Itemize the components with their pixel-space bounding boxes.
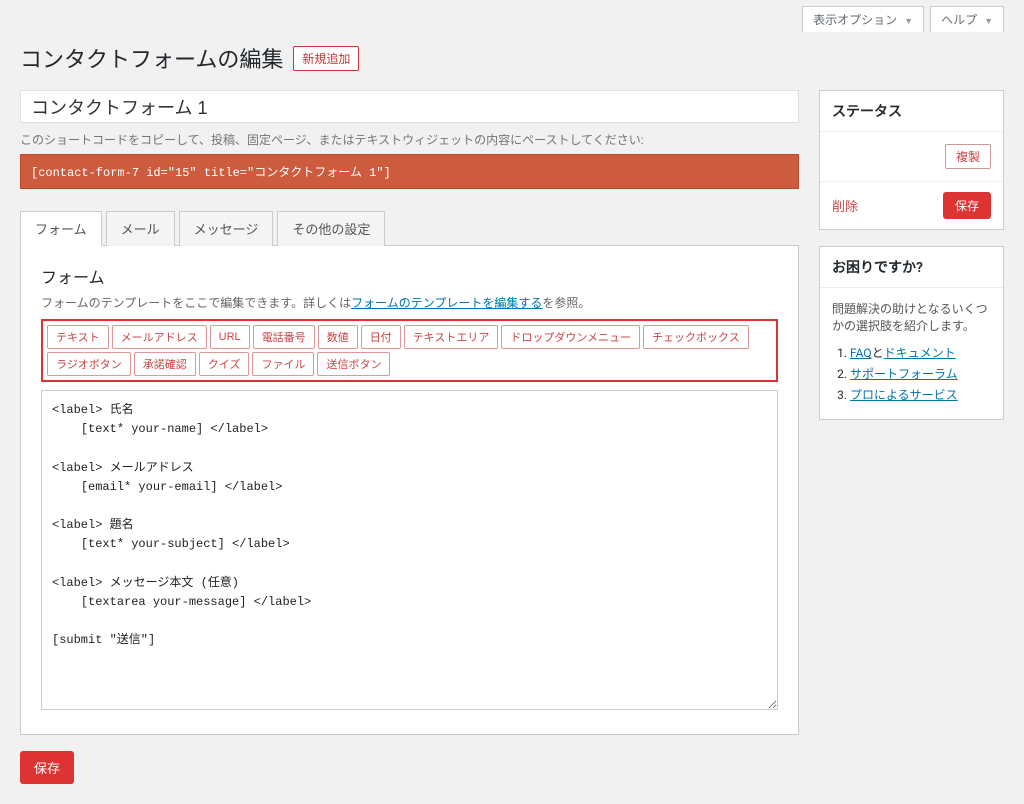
heading-row: コンタクトフォームの編集 新規追加 [0,32,1024,90]
tag-button-0[interactable]: テキスト [47,325,109,349]
tag-button-13[interactable]: 送信ボタン [317,352,390,376]
help-box-body: 問題解決の助けとなるいくつかの選択肢を紹介します。 FAQとドキュメント サポー… [820,288,1003,419]
list-item: サポートフォーラム [850,365,991,382]
form-panel: フォーム フォームのテンプレートをここで編集できます。詳しくはフォームのテンプレ… [20,246,799,735]
tag-button-8[interactable]: チェックボックス [643,325,749,349]
panel-title: フォーム [41,264,778,288]
page-title: コンタクトフォームの編集 [20,42,283,74]
screen-options-tab[interactable]: 表示オプション ▼ [802,6,924,32]
form-title-input[interactable] [20,90,799,123]
chevron-down-icon: ▼ [984,17,993,27]
status-box: ステータス 複製 削除 保存 [819,90,1004,230]
help-box: お困りですか? 問題解決の助けとなるいくつかの選択肢を紹介します。 FAQとドキ… [819,246,1004,420]
main-layout: このショートコードをコピーして、投稿、固定ページ、またはテキストウィジェットの内… [0,90,1024,804]
shortcode-box[interactable]: [contact-form-7 id="15" title="コンタクトフォーム… [20,154,799,189]
save-button-side[interactable]: 保存 [943,192,991,219]
tag-button-1[interactable]: メールアドレス [112,325,207,349]
duplicate-button[interactable]: 複製 [945,144,991,169]
shortcode-label: このショートコードをコピーして、投稿、固定ページ、またはテキストウィジェットの内… [20,131,799,148]
tag-button-7[interactable]: ドロップダウンメニュー [501,325,640,349]
save-button[interactable]: 保存 [20,751,74,784]
tab-mail[interactable]: メール [106,211,175,246]
tab-other[interactable]: その他の設定 [277,211,385,246]
tabs: フォーム メール メッセージ その他の設定 [20,211,799,246]
help-label: ヘルプ [941,13,977,27]
help-tab[interactable]: ヘルプ ▼ [930,6,1004,32]
help-links-list: FAQとドキュメント サポートフォーラム プロによるサービス [832,344,991,403]
panel-desc: フォームのテンプレートをここで編集できます。詳しくはフォームのテンプレートを編集… [41,294,778,311]
tag-button-3[interactable]: 電話番号 [253,325,315,349]
list-item: FAQとドキュメント [850,344,991,361]
add-new-button[interactable]: 新規追加 [293,46,359,71]
tag-button-6[interactable]: テキストエリア [404,325,499,349]
help-box-title: お困りですか? [820,247,1003,288]
tab-form[interactable]: フォーム [20,211,102,246]
help-box-desc: 問題解決の助けとなるいくつかの選択肢を紹介します。 [832,300,991,334]
tag-button-4[interactable]: 数値 [318,325,358,349]
top-bar: 表示オプション ▼ ヘルプ ▼ [0,0,1024,32]
support-forum-link[interactable]: サポートフォーラム [850,367,958,381]
form-template-textarea[interactable] [41,390,778,710]
right-column: ステータス 複製 削除 保存 お困りですか? 問題解決の助けとなるいくつかの選択… [819,90,1004,436]
template-help-link[interactable]: フォームのテンプレートを編集する [351,296,542,310]
faq-link[interactable]: FAQ [850,346,872,360]
tag-button-2[interactable]: URL [210,325,250,349]
tag-generator-row: テキストメールアドレスURL電話番号数値日付テキストエリアドロップダウンメニュー… [41,319,778,382]
status-bottom: 削除 保存 [820,182,1003,229]
status-top: 複製 [820,132,1003,182]
screen-options-label: 表示オプション [813,13,897,27]
left-column: このショートコードをコピーして、投稿、固定ページ、またはテキストウィジェットの内… [20,90,799,784]
delete-link[interactable]: 削除 [832,196,858,215]
chevron-down-icon: ▼ [904,17,913,27]
tag-button-5[interactable]: 日付 [361,325,401,349]
list-item: プロによるサービス [850,386,991,403]
tag-button-10[interactable]: 承諾確認 [134,352,196,376]
tag-button-9[interactable]: ラジオボタン [47,352,131,376]
tab-message[interactable]: メッセージ [179,211,274,246]
status-title: ステータス [820,91,1003,132]
docs-link[interactable]: ドキュメント [884,346,956,360]
pro-service-link[interactable]: プロによるサービス [850,388,958,402]
tag-button-12[interactable]: ファイル [252,352,314,376]
tag-button-11[interactable]: クイズ [199,352,250,376]
